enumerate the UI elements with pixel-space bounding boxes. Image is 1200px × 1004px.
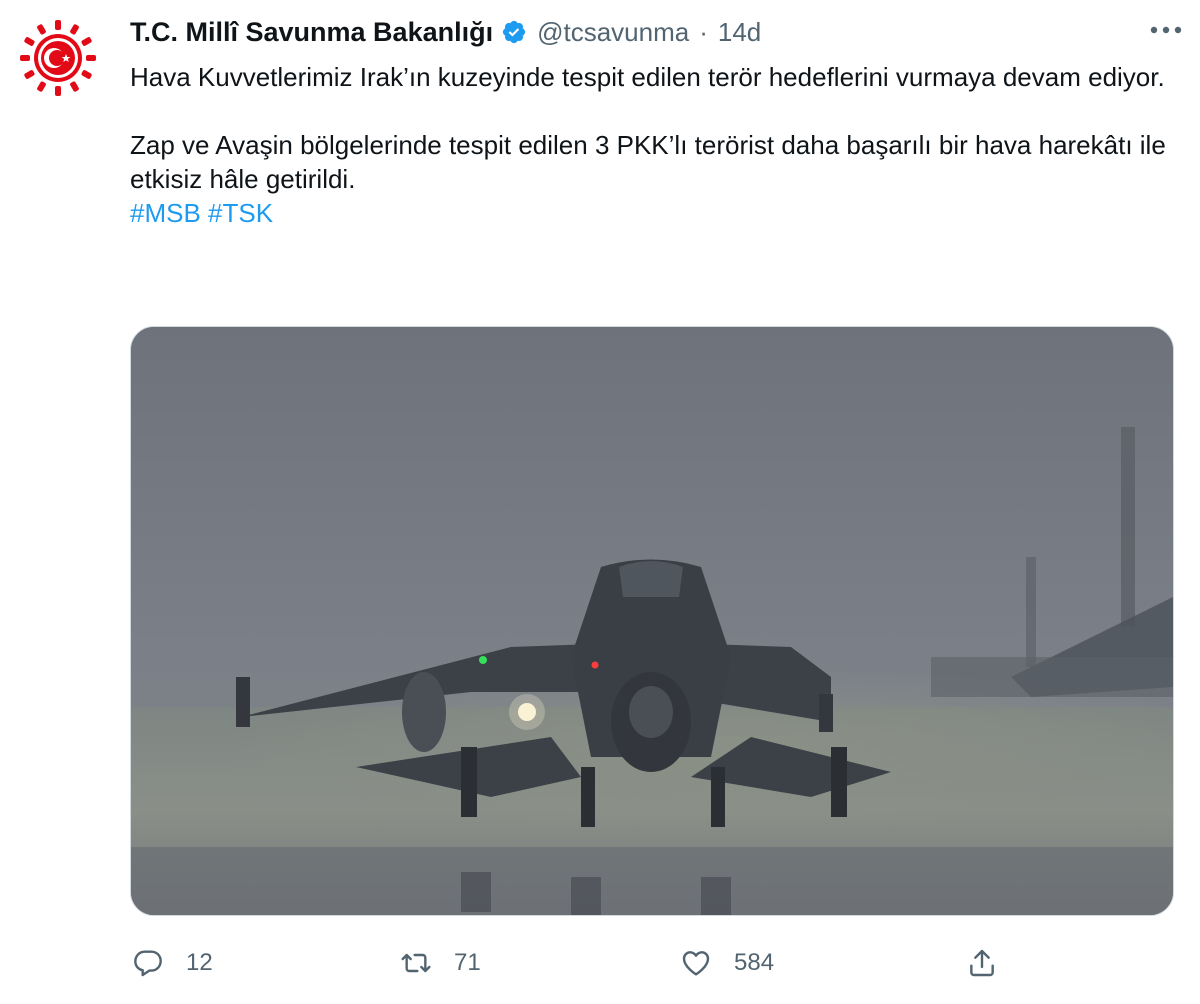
fighter-jet-photo [131,327,1173,915]
like-button[interactable]: 584 [678,935,774,991]
more-options-button[interactable] [1146,12,1186,48]
tweet-header: T.C. Millî Savunma Bakanlığı @tcsavunma … [130,12,761,52]
separator-dot: · [699,16,708,47]
ministry-emblem-icon [18,18,98,98]
retweet-icon [398,945,434,981]
retweet-count: 71 [454,949,481,976]
more-options-icon [1150,26,1182,34]
tweet-text: Hava Kuvvetlerimiz Irak’ın kuzeyinde tes… [130,60,1180,230]
hashtag-links[interactable]: #MSB #TSK [130,196,1180,230]
tweet[interactable]: T.C. Millî Savunma Bakanlığı @tcsavunma … [0,0,1200,1004]
verified-badge-icon [501,19,527,45]
reply-button[interactable]: 12 [130,935,213,991]
tweet-paragraph-2: Zap ve Avaşin bölgelerinde tespit edilen… [130,130,1166,194]
user-handle[interactable]: @tcsavunma [537,17,689,48]
tweet-paragraph-1: Hava Kuvvetlerimiz Irak’ın kuzeyinde tes… [130,62,1165,92]
tweet-actions: 12 71 584 [130,935,1170,991]
timestamp[interactable]: 14d [718,17,761,48]
reply-count: 12 [186,949,213,976]
reply-icon [130,945,166,981]
share-button[interactable] [964,935,1000,991]
heart-icon [678,945,714,981]
retweet-button[interactable]: 71 [398,935,481,991]
avatar[interactable] [14,14,102,102]
tweet-media-image[interactable] [130,326,1174,916]
share-icon [964,945,1000,981]
display-name[interactable]: T.C. Millî Savunma Bakanlığı [130,17,493,48]
like-count: 584 [734,949,775,976]
